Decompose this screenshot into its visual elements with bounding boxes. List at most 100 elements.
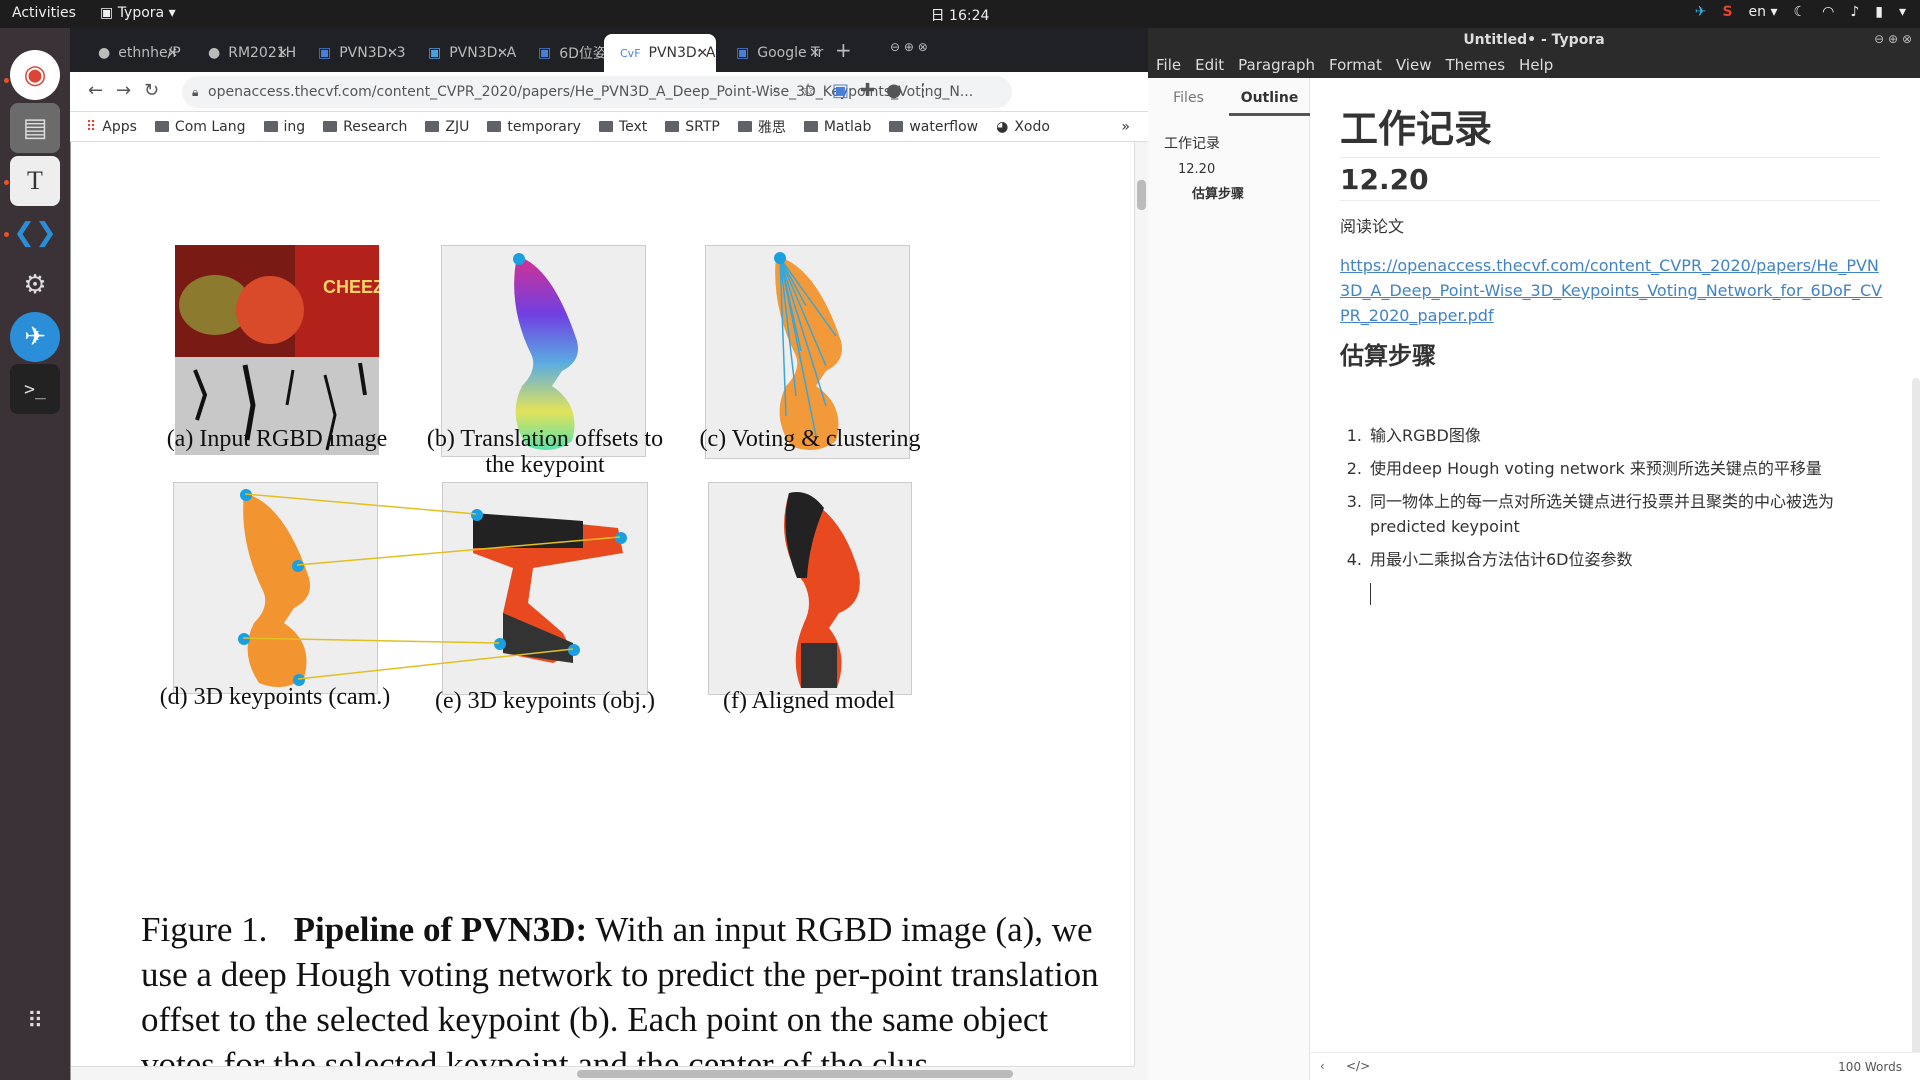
close-tab-icon[interactable]: ✕ [277,46,288,61]
minimize-icon[interactable]: ⊖ [1874,32,1884,46]
pdf-horizontal-scrollbar[interactable] [71,1066,1135,1080]
outline-item-h1[interactable]: 工作记录 [1148,132,1310,157]
editor[interactable]: 工作记录 12.20 阅读论文 https://openaccess.thecv… [1310,78,1920,1080]
menu-format[interactable]: Format [1329,56,1382,74]
night-mode-icon[interactable]: ☾ [1794,4,1807,20]
bookmark-apps[interactable]: ⠿ Apps [86,119,137,135]
tab-outline[interactable]: Outline [1229,78,1310,116]
scroll-thumb[interactable] [1137,180,1146,210]
reload-icon[interactable]: ↻ [144,80,159,101]
bookmark-matlab[interactable]: Matlab [803,119,871,135]
telegram-icon[interactable]: ✈ [1695,4,1707,20]
telegram-dock-icon[interactable]: ✈ [10,312,60,362]
pdf-vertical-scrollbar[interactable] [1134,142,1148,1080]
profile-icon[interactable]: ● [886,80,902,101]
minimize-icon[interactable]: ⊖ [890,40,900,54]
close-tab-icon[interactable]: ✕ [497,46,508,61]
menu-help[interactable]: Help [1519,56,1553,74]
xodo-icon: ◕ [996,118,1009,135]
menu-file[interactable]: File [1156,56,1181,74]
tab-pvn3d-1[interactable]: ▣ PVN3D: 3 ✕ [302,34,406,72]
chrome-icon[interactable]: ◉ [10,50,60,100]
folder-icon [323,121,338,132]
folder-icon [487,121,502,132]
typora-icon[interactable]: T [10,156,60,206]
folder-icon [598,121,613,132]
clock[interactable]: 日 16:24 [931,5,990,25]
tab-github-2[interactable]: ● RM2021H ✕ [192,34,296,72]
maximize-icon[interactable]: ⊕ [1888,32,1898,46]
maximize-icon[interactable]: ⊕ [904,40,914,54]
menu-bar: File Edit Paragraph Format View Themes H… [1148,52,1920,78]
folder-icon [263,121,278,132]
bookmark-text[interactable]: Text [598,119,647,135]
close-tab-icon[interactable]: ✕ [167,46,178,61]
close-tab-icon[interactable]: ✕ [697,46,708,61]
bookmark-waterflow[interactable]: waterflow [889,119,978,135]
new-tab-button[interactable]: + [835,38,852,62]
figure-panel-f [708,482,912,695]
bookmark-star-icon[interactable]: ☆ [800,80,816,101]
github-icon: ● [98,45,111,61]
bookmark-ing[interactable]: ing [263,119,305,135]
close-tab-icon[interactable]: ✕ [809,46,820,61]
files-icon[interactable]: ▤ [10,103,60,153]
zoom-icon[interactable]: ⌕ [772,80,780,98]
back-icon[interactable]: ← [88,80,103,101]
translate-extension-icon[interactable]: ▣ [832,80,849,101]
figure-body: With an input RGBD image (a), we use a d… [141,910,1099,1080]
status-bar: ‹ </> 100 Words [1310,1052,1920,1080]
forward-icon[interactable]: → [116,80,131,101]
dock: ◉ ▤ T ❮❯ ⚙ ✈ >_ ⠿ [0,28,70,1080]
list-number: 4. [1346,550,1362,569]
app-menu-label: Typora [117,5,165,21]
tab-google-translate[interactable]: ▣ Google Tr ✕ [720,34,828,72]
bookmark-research[interactable]: Research [323,119,407,135]
bookmarks-more-button[interactable]: » [1121,119,1130,135]
word-count[interactable]: 100 Words [1838,1060,1902,1074]
app-menu[interactable]: ▣ Typora ▾ [100,5,176,21]
menu-paragraph[interactable]: Paragraph [1238,56,1315,74]
tab-files[interactable]: Files [1148,78,1229,116]
outline-item-h3[interactable]: 估算步骤 [1148,182,1310,207]
bookmark-xodo[interactable]: ◕ Xodo [996,119,1050,135]
bookmark-srtp[interactable]: SRTP [665,119,720,135]
bookmark-temporary[interactable]: temporary [487,119,581,135]
outline-item-h2[interactable]: 12.20 [1148,157,1310,182]
close-window-icon[interactable]: ⊗ [918,40,928,54]
show-apps-icon[interactable]: ⠿ [10,996,60,1046]
battery-icon[interactable]: ▮ [1875,4,1883,20]
close-window-icon[interactable]: ⊗ [1902,32,1912,46]
bookmark-zju[interactable]: ZJU [425,119,469,135]
paper-link[interactable]: https://openaccess.thecvf.com/content_CV… [1340,253,1885,328]
activities-button[interactable]: Activities [12,5,76,21]
menu-edit[interactable]: Edit [1195,56,1224,74]
tab-github-1[interactable]: ● ethnhe/P ✕ [82,34,186,72]
editor-scrollbar[interactable] [1912,378,1920,1080]
toggle-sidebar-icon[interactable]: ‹ [1320,1059,1325,1073]
sogou-icon[interactable]: S [1722,4,1732,20]
vscode-icon[interactable]: ❮❯ [10,208,60,258]
bookmark-com-lang[interactable]: Com Lang [154,119,246,135]
volume-icon[interactable]: ♪ [1850,4,1859,20]
outline-list: 工作记录 12.20 估算步骤 [1148,132,1310,207]
settings-icon[interactable]: ⚙ [10,260,60,310]
tab-pvn3d-active[interactable]: CvF PVN3D: A ✕ [604,34,716,72]
tab-pvn3d-2[interactable]: ▣ PVN3D: A ✕ [412,34,516,72]
running-indicator [4,78,9,83]
extensions-icon[interactable]: ✚ [860,80,875,101]
scroll-thumb[interactable] [577,1070,1013,1078]
menu-themes[interactable]: Themes [1445,56,1505,74]
bookmark-ielts[interactable]: 雅思 [737,117,786,137]
close-tab-icon[interactable]: ✕ [387,46,398,61]
menu-view[interactable]: View [1396,56,1432,74]
chrome-menu-icon[interactable]: ⋮ [914,80,932,101]
system-top-bar: Activities ▣ Typora ▾ 日 16:24 ✈ S en ▾ ☾… [0,0,1920,28]
language-indicator[interactable]: en ▾ [1749,4,1778,20]
terminal-icon[interactable]: >_ [10,364,60,414]
system-menu-icon[interactable]: ▾ [1899,4,1906,20]
wifi-icon[interactable]: ◠ [1822,4,1834,20]
source-code-icon[interactable]: </> [1346,1059,1370,1073]
list-number: 2. [1346,459,1362,478]
pdf-viewer[interactable]: CHEEZ (a) Input RGBD image (b) Translati… [70,142,1148,1080]
